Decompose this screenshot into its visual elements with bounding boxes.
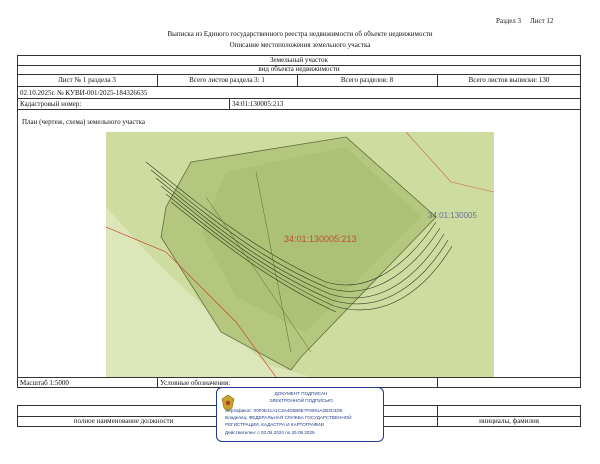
sheet-number: Лист 12 — [530, 17, 554, 25]
stamp-certificate: Сертификат: 00F0E41A1C3A4D5B6E7F8091A2B3… — [225, 408, 343, 413]
total-sections: Всего разделов: 8 — [340, 76, 394, 84]
cadastral-number: 34:01:130005:213 — [232, 100, 284, 108]
stamp-owner-2: РЕГИСТРАЦИИ, КАДАСТРА И КАРТОГРАФИИ — [225, 422, 324, 427]
scale-label: Масштаб 1:5000 — [20, 379, 69, 387]
sheet-of-section: Лист № 1 раздела 3 — [58, 76, 116, 84]
object-name: Земельный участок — [270, 56, 328, 64]
total-sheets: Всего листов выписки: 130 — [468, 76, 550, 84]
position-caption: полное наименование должности — [73, 417, 174, 425]
stamp-owner-1: Владелец: ФЕДЕРАЛЬНАЯ СЛУЖБА ГОСУДАРСТВЕ… — [225, 415, 352, 420]
quarter-label: 34:01:130005 — [428, 211, 477, 220]
section-number: Раздел 3 — [496, 17, 522, 25]
e-signature-stamp: ДОКУМЕНТ ПОДПИСАН ЭЛЕКТРОННОЙ ПОДПИСЬЮ С… — [216, 387, 384, 442]
cadastral-label: Кадастровый номер: — [20, 100, 82, 108]
document-subtitle: Описание местоположения земельного участ… — [229, 41, 371, 49]
stamp-subtitle: ЭЛЕКТРОННОЙ ПОДПИСЬЮ — [269, 398, 333, 403]
land-plot-plan: 34:01:130005:213 34:01:130005 — [106, 132, 494, 377]
stamp-title: ДОКУМЕНТ ПОДПИСАН — [274, 391, 328, 396]
parcel-label: 34:01:130005:213 — [284, 234, 357, 244]
object-type-caption: вид объекта недвижимости — [258, 65, 340, 73]
stamp-validity: Действителен: с 02.06.2024 по 26.08.2025 — [225, 430, 315, 435]
document-title: Выписка из Единого государственного реес… — [167, 30, 433, 38]
document-reference: 02.10.2025г. № КУВИ-001/2025-184326635 — [20, 89, 148, 97]
plan-caption: План (чертеж, схема) земельного участка — [22, 118, 146, 126]
name-caption: инициалы, фамилия — [479, 417, 539, 425]
section-sheets: Всего листов раздела 3: 1 — [189, 76, 265, 84]
